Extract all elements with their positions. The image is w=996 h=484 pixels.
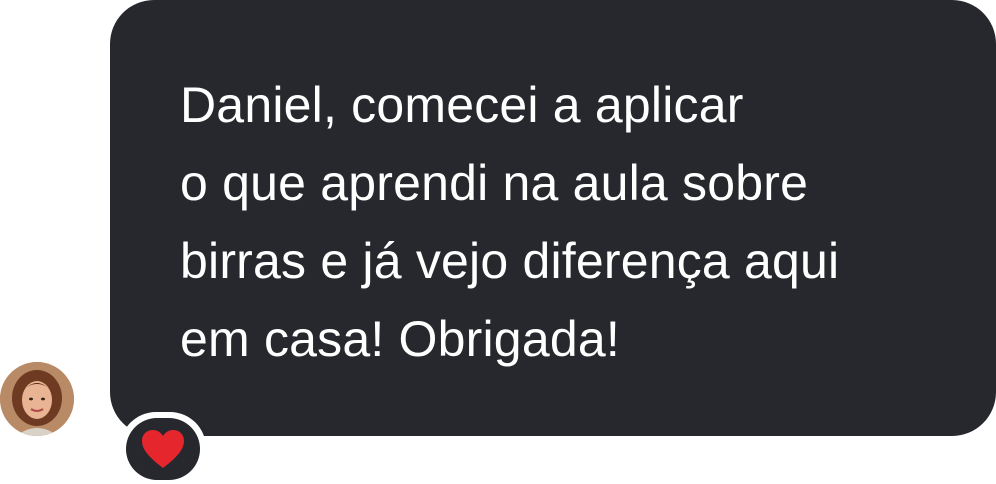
avatar-photo [0, 362, 74, 436]
chat-message-row: Daniel, comecei a aplicar o que aprendi … [0, 0, 996, 484]
message-line: birras e já vejo diferença aqui [180, 233, 840, 289]
message-bubble[interactable]: Daniel, comecei a aplicar o que aprendi … [110, 0, 996, 436]
message-line: o que aprendi na aula sobre [180, 155, 809, 211]
reaction-badge-inner [126, 418, 200, 480]
message-line: Daniel, comecei a aplicar [180, 77, 744, 133]
message-line: em casa! Obrigada! [180, 311, 620, 367]
avatar[interactable] [0, 362, 74, 436]
heart-icon [142, 430, 184, 468]
message-text: Daniel, comecei a aplicar o que aprendi … [180, 66, 970, 378]
reaction-badge[interactable] [120, 412, 206, 484]
